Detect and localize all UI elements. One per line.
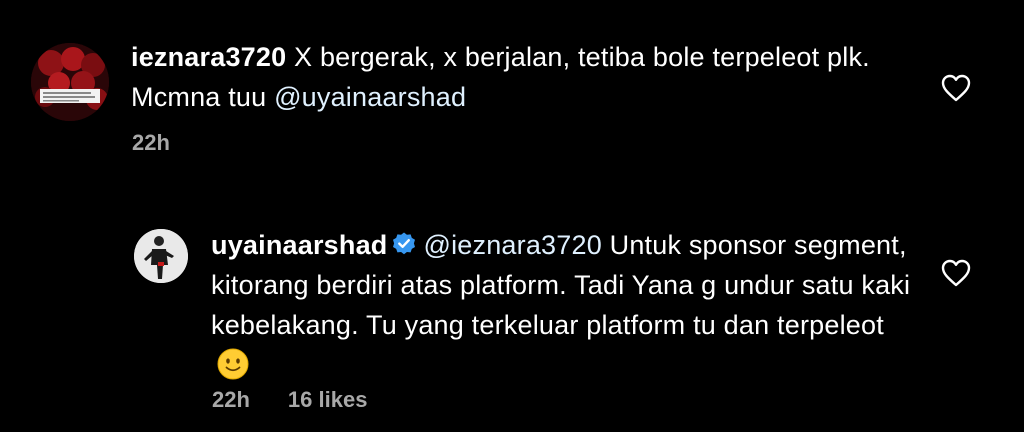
avatar[interactable] (31, 43, 109, 121)
comment-time: 22h (212, 387, 250, 412)
smiling-face-emoji-icon (217, 348, 249, 380)
comment: ieznara3720 X bergerak, x berjalan, teti… (0, 0, 1024, 170)
comment-username[interactable]: ieznara3720 (131, 42, 286, 72)
likes-count[interactable]: 16 likes (288, 387, 368, 412)
verified-badge-icon (391, 228, 417, 255)
comment-text: uyainaarshad @ieznara3720 Untuk sponsor s… (211, 225, 911, 385)
comment-meta: 22h (132, 130, 208, 156)
comment-time: 22h (132, 130, 170, 155)
comment-meta: 22h 16 likes (212, 387, 405, 413)
avatar[interactable] (134, 229, 188, 283)
heart-outline-icon[interactable] (941, 259, 971, 287)
comment-username[interactable]: uyainaarshad (211, 230, 387, 260)
heart-outline-icon[interactable] (941, 74, 971, 102)
comment-text: ieznara3720 X bergerak, x berjalan, teti… (131, 37, 891, 117)
mention-link[interactable]: @uyainaarshad (274, 82, 466, 112)
mention-link[interactable]: @ieznara3720 (423, 230, 601, 260)
reply-comment: uyainaarshad @ieznara3720 Untuk sponsor s… (0, 205, 1024, 432)
